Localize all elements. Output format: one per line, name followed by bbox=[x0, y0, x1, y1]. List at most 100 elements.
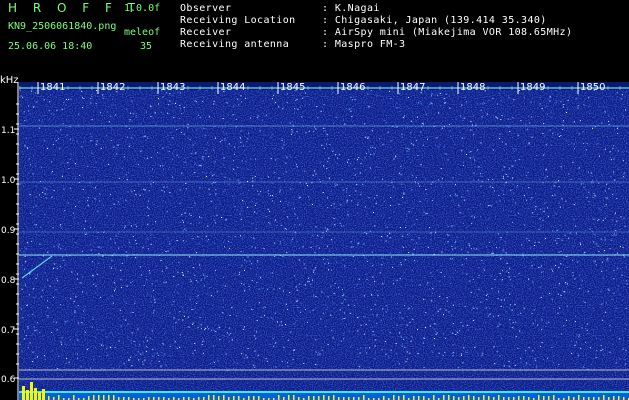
noise-dot bbox=[563, 291, 565, 292]
noise-dot bbox=[189, 298, 191, 300]
noise-dot bbox=[465, 154, 467, 155]
noise-dot bbox=[508, 215, 510, 217]
noise-dot bbox=[455, 193, 456, 195]
noise-dot bbox=[25, 248, 27, 250]
noise-dot bbox=[402, 235, 404, 237]
noise-dot bbox=[122, 319, 124, 321]
noise-dot bbox=[513, 99, 515, 101]
noise-dot bbox=[24, 255, 26, 257]
noise-dot bbox=[252, 201, 254, 202]
noise-dot bbox=[508, 365, 510, 367]
noise-dot bbox=[547, 98, 549, 100]
noise-dot bbox=[333, 122, 334, 124]
noise-dot bbox=[429, 288, 430, 290]
noise-dot bbox=[415, 177, 417, 179]
noise-dot bbox=[473, 133, 475, 135]
noise-dot bbox=[135, 354, 137, 356]
noise-dot bbox=[461, 150, 463, 152]
noise-dot bbox=[511, 327, 513, 329]
noise-dot bbox=[308, 196, 310, 198]
noise-dot bbox=[481, 354, 483, 356]
noise-dot bbox=[192, 238, 194, 240]
noise-dot bbox=[133, 236, 134, 238]
noise-dot bbox=[334, 283, 336, 285]
noise-dot bbox=[298, 259, 300, 261]
noise-dot bbox=[293, 323, 295, 325]
noise-dot bbox=[93, 283, 95, 285]
noise-dot bbox=[27, 347, 29, 349]
noise-dot bbox=[390, 349, 392, 351]
noise-dot bbox=[622, 160, 624, 162]
signal-bar bbox=[98, 395, 100, 400]
noise-dot bbox=[398, 251, 400, 253]
noise-dot bbox=[590, 364, 592, 366]
noise-dot bbox=[524, 224, 526, 226]
noise-dot bbox=[427, 282, 429, 284]
noise-dot bbox=[490, 275, 492, 277]
noise-dot bbox=[65, 104, 67, 106]
noise-dot bbox=[460, 354, 462, 356]
noise-dot bbox=[495, 117, 497, 119]
noise-dot bbox=[482, 262, 484, 264]
noise-dot bbox=[62, 259, 64, 261]
noise-dot bbox=[194, 100, 196, 102]
noise-dot bbox=[119, 309, 121, 311]
noise-dot bbox=[59, 224, 61, 226]
noise-dot bbox=[165, 364, 167, 366]
noise-dot bbox=[494, 363, 496, 364]
noise-dot bbox=[396, 107, 398, 109]
noise-dot bbox=[147, 200, 149, 202]
noise-dot bbox=[192, 144, 194, 146]
noise-dot bbox=[251, 280, 253, 281]
noise-dot bbox=[109, 266, 110, 268]
noise-dot bbox=[196, 296, 198, 298]
noise-dot bbox=[609, 151, 611, 153]
noise-dot bbox=[529, 122, 531, 124]
noise-dot bbox=[508, 276, 510, 278]
signal-bar bbox=[393, 395, 395, 400]
noise-dot bbox=[388, 357, 390, 359]
noise-dot bbox=[410, 120, 412, 122]
noise-dot bbox=[23, 251, 25, 253]
noise-dot bbox=[200, 164, 202, 166]
noise-dot bbox=[473, 115, 475, 117]
noise-dot bbox=[168, 150, 170, 152]
noise-dot bbox=[403, 192, 405, 194]
noise-dot bbox=[282, 108, 284, 110]
noise-dot bbox=[215, 207, 217, 209]
noise-dot bbox=[64, 321, 66, 323]
noise-dot bbox=[463, 165, 464, 167]
noise-dot bbox=[312, 279, 313, 281]
noise-dot bbox=[417, 183, 419, 185]
noise-dot bbox=[551, 194, 553, 196]
noise-dot bbox=[154, 221, 156, 223]
noise-dot bbox=[527, 171, 529, 173]
noise-dot bbox=[455, 184, 456, 186]
noise-dot bbox=[403, 272, 405, 274]
noise-dot bbox=[299, 93, 301, 95]
noise-dot bbox=[412, 253, 414, 255]
noise-dot bbox=[24, 330, 26, 332]
noise-dot bbox=[44, 193, 46, 195]
noise-dot bbox=[132, 281, 133, 282]
noise-dot bbox=[360, 347, 362, 349]
signal-bar bbox=[523, 396, 525, 400]
noise-dot bbox=[427, 138, 428, 140]
noise-dot bbox=[400, 174, 402, 175]
noise-dot bbox=[239, 271, 241, 273]
noise-dot bbox=[449, 124, 450, 126]
noise-dot bbox=[131, 137, 133, 139]
noise-dot bbox=[336, 157, 338, 159]
noise-dot bbox=[92, 274, 93, 276]
noise-dot bbox=[417, 353, 419, 355]
noise-dot bbox=[452, 344, 454, 346]
noise-dot bbox=[281, 138, 283, 139]
noise-dot bbox=[344, 317, 346, 319]
noise-dot bbox=[473, 307, 475, 309]
noise-dot bbox=[55, 321, 57, 323]
noise-dot bbox=[510, 189, 512, 191]
noise-dot bbox=[406, 123, 408, 125]
noise-dot bbox=[551, 268, 553, 270]
signal-bar bbox=[73, 395, 75, 400]
noise-dot bbox=[408, 107, 410, 109]
